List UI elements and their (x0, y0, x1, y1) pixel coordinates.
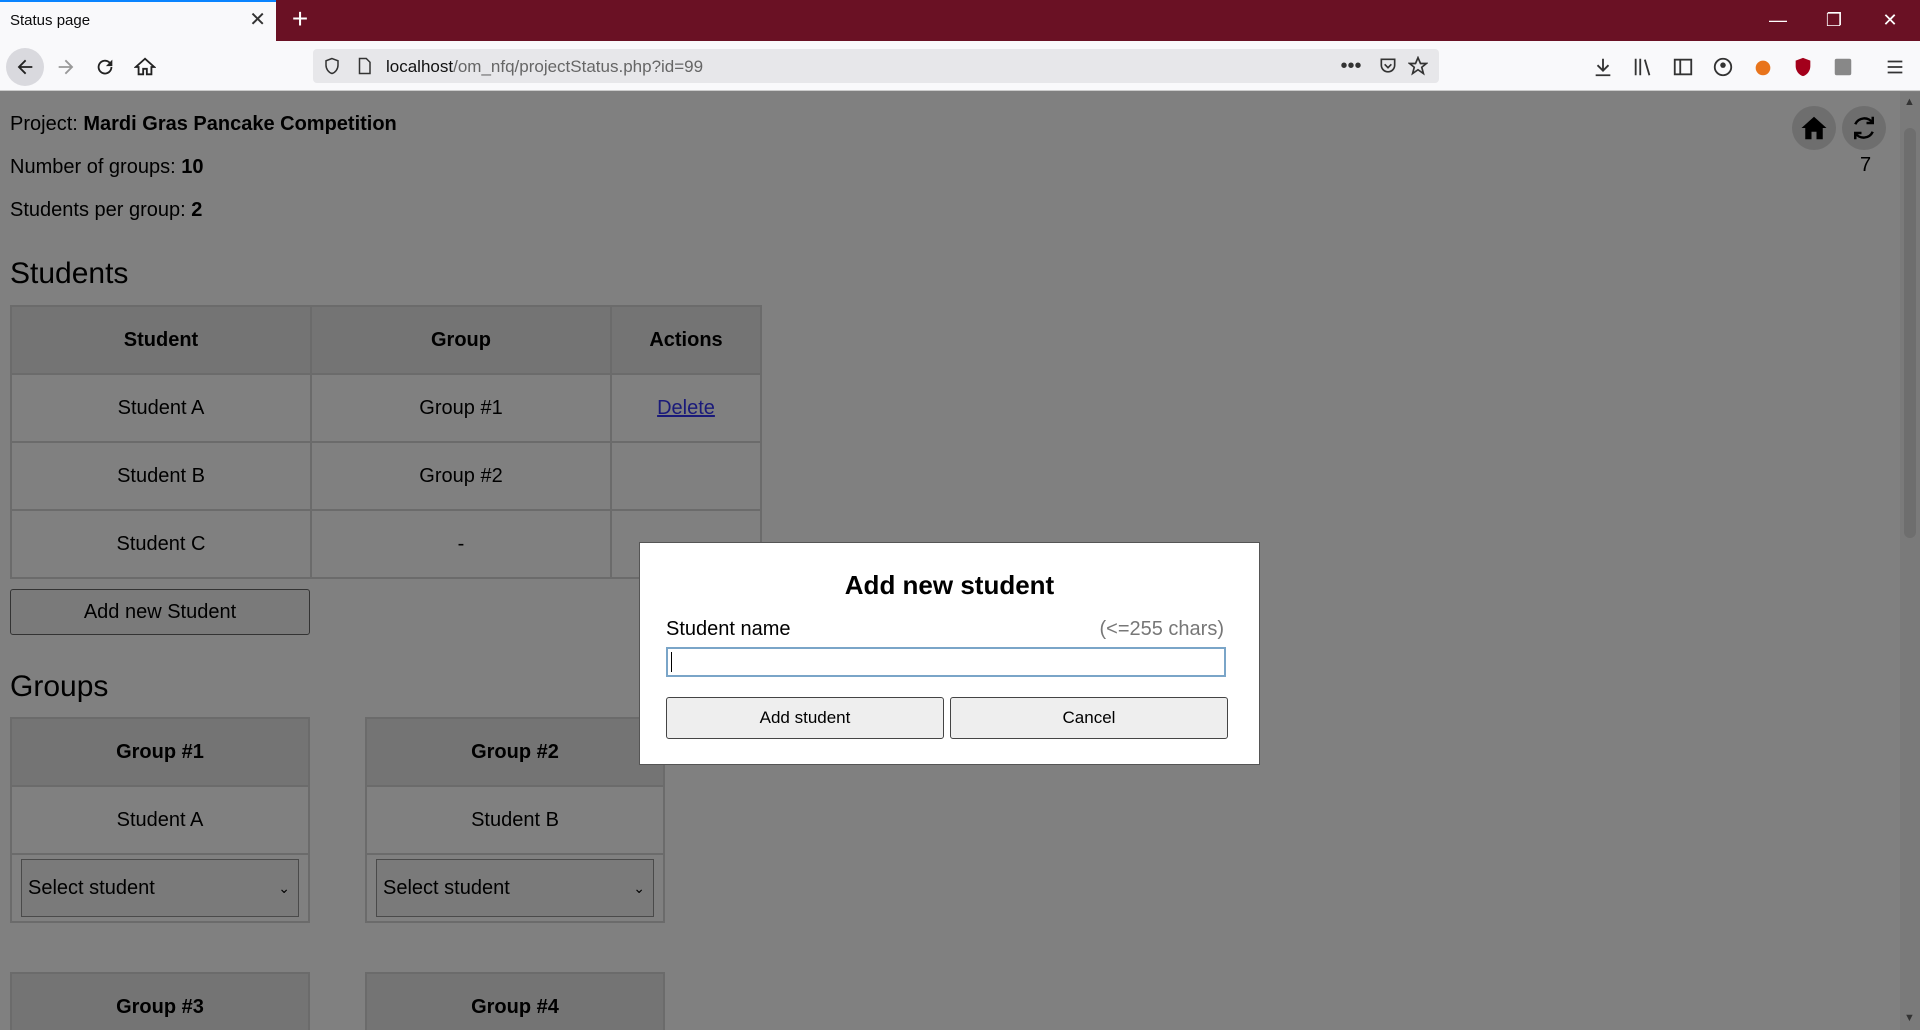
scroll-down-icon[interactable]: ▼ (1904, 1012, 1915, 1024)
students-table: Student Group Actions Student A Group #1… (10, 305, 762, 579)
group-member: Student B (367, 787, 663, 855)
reload-icon[interactable] (86, 48, 124, 86)
tab-close-icon[interactable]: ✕ (249, 10, 266, 30)
forward-icon[interactable] (47, 48, 85, 86)
minimize-icon[interactable]: — (1750, 0, 1806, 41)
more-actions-icon[interactable]: ••• (1340, 55, 1362, 77)
per-group-count: 2 (191, 199, 203, 221)
menu-icon[interactable] (1882, 54, 1908, 80)
new-tab-icon[interactable]: + (286, 5, 314, 34)
restore-icon[interactable]: ❐ (1806, 0, 1862, 41)
sidebar-icon[interactable] (1670, 54, 1696, 80)
extension-puzzle-icon[interactable] (1830, 54, 1856, 80)
refresh-counter: 7 (1860, 154, 1872, 176)
library-icon[interactable] (1630, 54, 1656, 80)
tab-strip: Status page ✕ + — ❐ ✕ (0, 0, 1920, 41)
add-student-button[interactable]: Add student (666, 697, 944, 739)
per-group-label: Students per group: (10, 199, 192, 221)
student-cell: Student B (10, 441, 312, 511)
group-cell: Group #2 (310, 441, 612, 511)
bookmark-star-icon[interactable] (1407, 55, 1429, 77)
project-line: Project: Mardi Gras Pancake Competition (10, 113, 397, 136)
downloads-icon[interactable] (1590, 54, 1616, 80)
tab-title: Status page (10, 12, 91, 29)
students-heading: Students (10, 257, 129, 290)
group-card: Group #4 (365, 972, 665, 1030)
scroll-thumb[interactable] (1904, 128, 1916, 538)
actions-cell: Delete (610, 373, 762, 443)
url-text: localhost/om_nfq/projectStatus.php?id=99 (386, 57, 704, 76)
groups-count: 10 (181, 156, 204, 178)
ublock-icon[interactable] (1790, 54, 1816, 80)
select-student-dropdown[interactable]: Select student ⌄ (376, 859, 654, 917)
project-name: Mardi Gras Pancake Competition (83, 113, 397, 135)
dialog-title: Add new student (844, 570, 1055, 600)
pocket-icon[interactable] (1377, 55, 1399, 77)
table-row: Student B Group #2 (10, 441, 762, 511)
home-icon[interactable] (1792, 106, 1836, 150)
group-card: Group #2 Student B Select student ⌄ (365, 717, 665, 923)
students-per-group-line: Students per group: 2 (10, 199, 202, 222)
group-card: Group #1 Student A Select student ⌄ (10, 717, 310, 923)
extension-fox-icon[interactable] (1750, 54, 1776, 80)
groups-label: Number of groups: (10, 156, 182, 178)
navigation-toolbar: localhost/om_nfq/projectStatus.php?id=99… (0, 41, 1920, 91)
add-new-student-button[interactable]: Add new Student (10, 589, 310, 635)
column-header-actions: Actions (610, 305, 762, 375)
delete-link[interactable]: Delete (657, 397, 715, 419)
student-cell: Student C (10, 509, 312, 579)
actions-cell (610, 441, 762, 511)
home-nav-icon[interactable] (126, 48, 164, 86)
refresh-icon[interactable] (1842, 106, 1886, 150)
group-title: Group #2 (367, 719, 663, 787)
column-header-student: Student (10, 305, 312, 375)
student-name-input[interactable] (666, 647, 1226, 677)
group-cell: Group #1 (310, 373, 612, 443)
page-info-icon[interactable] (353, 55, 375, 77)
scroll-up-icon[interactable]: ▲ (1904, 96, 1915, 108)
group-title: Group #4 (367, 974, 663, 1030)
char-limit-hint: (<=255 chars) (1099, 618, 1224, 640)
chevron-down-icon: ⌄ (278, 880, 290, 896)
group-cell: - (310, 509, 612, 579)
back-icon[interactable] (6, 48, 44, 86)
column-header-group: Group (310, 305, 612, 375)
student-name-label: Student name (666, 618, 791, 640)
text-caret (671, 652, 672, 672)
table-row: Student A Group #1 Delete (10, 373, 762, 443)
project-label: Project: (10, 113, 84, 135)
groups-heading: Groups (10, 670, 109, 703)
active-tab[interactable]: Status page ✕ (0, 0, 276, 41)
student-cell: Student A (10, 373, 312, 443)
group-card: Group #3 (10, 972, 310, 1030)
group-title: Group #3 (12, 974, 308, 1030)
add-student-dialog: Add new student Student name (<=255 char… (639, 542, 1260, 765)
table-header-row: Student Group Actions (10, 305, 762, 375)
page-scrollbar[interactable]: ▲ ▼ (1900, 92, 1920, 1030)
cancel-button[interactable]: Cancel (950, 697, 1228, 739)
groups-count-line: Number of groups: 10 (10, 156, 203, 179)
account-icon[interactable] (1710, 54, 1736, 80)
window-close-icon[interactable]: ✕ (1862, 0, 1918, 41)
group-title: Group #1 (12, 719, 308, 787)
select-value: Select student (28, 876, 155, 899)
select-value: Select student (383, 876, 510, 899)
page-content: Project: Mardi Gras Pancake Competition … (0, 92, 1900, 1030)
url-bar[interactable]: localhost/om_nfq/projectStatus.php?id=99… (313, 49, 1439, 83)
shield-icon[interactable] (321, 55, 343, 77)
group-member: Student A (12, 787, 308, 855)
select-student-dropdown[interactable]: Select student ⌄ (21, 859, 299, 917)
chevron-down-icon: ⌄ (633, 880, 645, 896)
